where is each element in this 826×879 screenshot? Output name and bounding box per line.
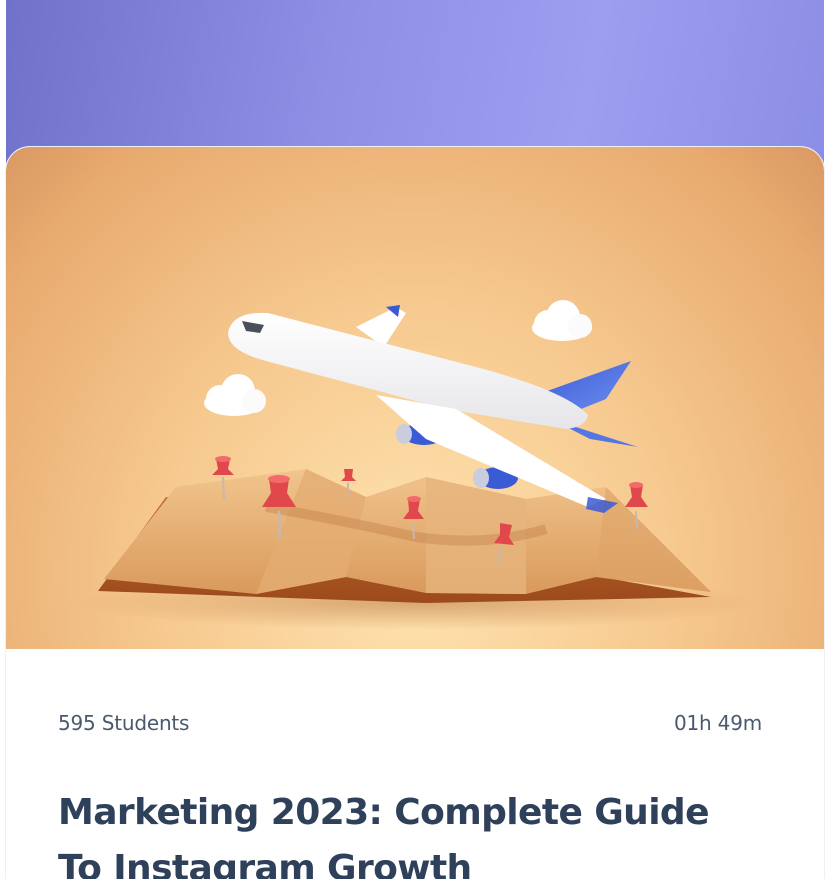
course-meta: 595 Students 01h 49m: [58, 709, 762, 737]
course-title[interactable]: Marketing 2023: Complete Guide To Instag…: [58, 785, 758, 879]
students-count: 595 Students: [58, 711, 190, 735]
airplane-over-map-icon: [76, 300, 756, 630]
page: 595 Students 01h 49m Marketing 2023: Com…: [0, 0, 826, 879]
course-card[interactable]: 595 Students 01h 49m Marketing 2023: Com…: [6, 147, 824, 879]
cloud-icon: [532, 300, 592, 341]
course-thumbnail[interactable]: [6, 147, 824, 649]
course-duration: 01h 49m: [673, 711, 762, 735]
cloud-icon: [204, 374, 266, 416]
